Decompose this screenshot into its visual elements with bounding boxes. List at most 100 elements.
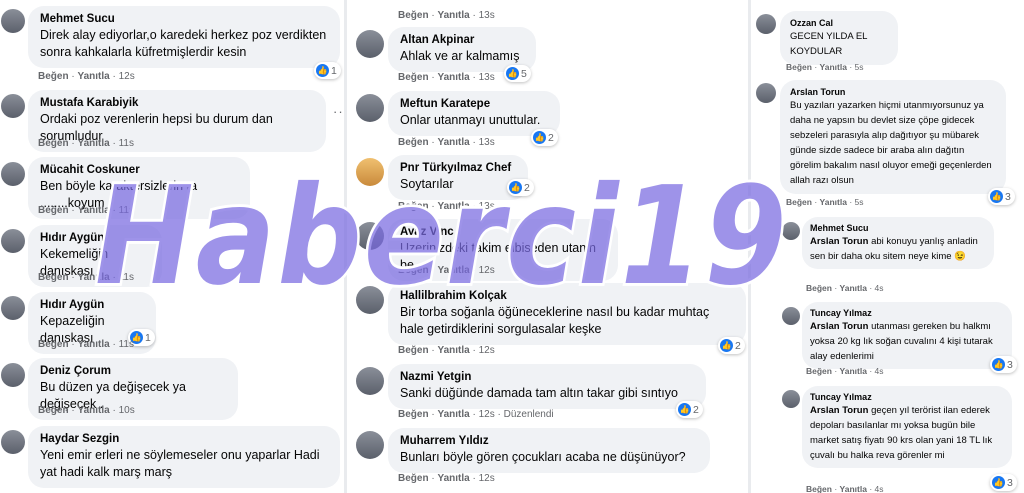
timestamp[interactable]: 13s [479, 10, 495, 21]
reply-link[interactable]: Yanıtla [437, 10, 469, 21]
avatar[interactable] [1, 162, 25, 186]
reply-link[interactable]: Yanıtla [820, 197, 847, 207]
reaction-count[interactable]: 👍 2 [718, 337, 745, 354]
avatar[interactable] [756, 83, 776, 103]
reply-link[interactable]: Yanıtla [77, 405, 109, 416]
commenter-name[interactable]: Altan Akpinar [400, 33, 524, 48]
commenter-name[interactable]: Mücahit Coskuner [40, 163, 238, 178]
like-link[interactable]: Beğen [398, 10, 429, 21]
commenter-name[interactable]: Tuncay Yılmaz [810, 391, 1004, 403]
reply-link[interactable]: Yanıtla [77, 71, 109, 82]
reply-link[interactable]: Yanıtla [840, 366, 867, 376]
like-link[interactable]: Beğen [398, 201, 429, 212]
avatar[interactable] [356, 158, 384, 186]
timestamp[interactable]: 11s [119, 205, 134, 216]
reaction-count[interactable]: 👍 5 [504, 65, 531, 82]
timestamp[interactable]: 4s [875, 484, 884, 493]
timestamp[interactable]: 4s [875, 366, 884, 376]
timestamp[interactable]: 5s [855, 197, 864, 207]
reply-link[interactable]: Yanıtla [437, 137, 469, 148]
mention-link[interactable]: Arslan Torun [810, 236, 868, 247]
avatar[interactable] [1, 430, 25, 454]
like-link[interactable]: Beğen [38, 138, 69, 149]
reply-link[interactable]: Yanıtla [437, 345, 469, 356]
like-link[interactable]: Beğen [806, 283, 832, 293]
commenter-name[interactable]: Pnr Türkyılmaz Chef [400, 161, 516, 176]
commenter-name[interactable]: Ayaz Vinc [400, 225, 606, 240]
reply-link[interactable]: Yanıtla [437, 409, 469, 420]
timestamp[interactable]: 12s [479, 265, 495, 276]
commenter-name[interactable]: Mustafa Karabiyik [40, 96, 314, 111]
reply-link[interactable]: Yanıtla [437, 201, 469, 212]
avatar[interactable] [356, 286, 384, 314]
reply-link[interactable]: Yanıtla [820, 62, 847, 72]
timestamp[interactable]: 11s [119, 138, 134, 149]
commenter-name[interactable]: Nazmi Yetgin [400, 370, 694, 385]
avatar[interactable] [782, 307, 800, 325]
timestamp[interactable]: 11s [119, 339, 134, 350]
commenter-name[interactable]: Deniz Çorum [40, 364, 226, 379]
timestamp[interactable]: 10s [119, 405, 135, 416]
timestamp[interactable]: 11s [119, 272, 134, 283]
mention-link[interactable]: Arslan Torun [810, 321, 868, 332]
mention-link[interactable]: Arslan Torun [810, 405, 868, 416]
commenter-name[interactable]: Muharrem Yıldız [400, 434, 698, 449]
reply-link[interactable]: Yanıtla [77, 339, 109, 350]
commenter-name[interactable]: Hıdır Aygün [40, 298, 144, 313]
like-link[interactable]: Beğen [806, 366, 832, 376]
timestamp[interactable]: 13s [479, 72, 495, 83]
like-link[interactable]: Beğen [786, 62, 812, 72]
reply-link[interactable]: Yanıtla [77, 205, 109, 216]
reply-link[interactable]: Yanıtla [77, 138, 109, 149]
reply-link[interactable]: Yanıtla [437, 265, 469, 276]
timestamp[interactable]: 5s [855, 62, 864, 72]
timestamp[interactable]: 12s [479, 473, 495, 484]
reaction-count[interactable]: 👍 1 [314, 62, 341, 79]
like-link[interactable]: Beğen [398, 473, 429, 484]
timestamp[interactable]: 12s [479, 345, 495, 356]
avatar[interactable] [1, 229, 25, 253]
like-link[interactable]: Beğen [398, 345, 429, 356]
reply-link[interactable]: Yanıtla [840, 484, 867, 493]
reaction-count[interactable]: 👍 2 [531, 129, 558, 146]
commenter-name[interactable]: Tuncay Yılmaz [810, 307, 1004, 319]
avatar[interactable] [782, 390, 800, 408]
timestamp[interactable]: 4s [875, 283, 884, 293]
like-link[interactable]: Beğen [398, 72, 429, 83]
reply-link[interactable]: Yanıtla [840, 283, 867, 293]
like-link[interactable]: Beğen [786, 197, 812, 207]
reply-link[interactable]: Yanıtla [437, 473, 469, 484]
timestamp[interactable]: 13s [479, 201, 495, 212]
reaction-count[interactable]: 👍 3 [990, 474, 1017, 491]
avatar[interactable] [356, 367, 384, 395]
like-link[interactable]: Beğen [38, 71, 69, 82]
avatar[interactable] [1, 9, 25, 33]
reply-link[interactable]: Yanıtla [437, 72, 469, 83]
like-link[interactable]: Beğen [38, 205, 69, 216]
commenter-name[interactable]: Mehmet Sucu [40, 12, 328, 27]
like-link[interactable]: Beğen [38, 339, 69, 350]
like-link[interactable]: Beğen [38, 272, 69, 283]
timestamp[interactable]: 12s [479, 409, 495, 420]
like-link[interactable]: Beğen [398, 265, 429, 276]
reply-link[interactable]: Yanıtla [77, 272, 109, 283]
edited-label[interactable]: Düzenlendi [504, 409, 554, 420]
reaction-count[interactable]: 👍 2 [507, 179, 534, 196]
commenter-name[interactable]: Haydar Sezgin [40, 432, 328, 447]
reaction-count[interactable]: 👍 3 [988, 188, 1015, 205]
commenter-name[interactable]: Arslan Torun [790, 86, 996, 98]
like-link[interactable]: Beğen [38, 405, 69, 416]
avatar[interactable] [1, 296, 25, 320]
like-link[interactable]: Beğen [398, 409, 429, 420]
avatar[interactable] [356, 431, 384, 459]
avatar[interactable] [356, 222, 384, 250]
avatar[interactable] [356, 94, 384, 122]
avatar[interactable] [782, 222, 800, 240]
commenter-name[interactable]: Ozzan Cal [790, 17, 888, 29]
reaction-count[interactable]: 👍 2 [676, 401, 703, 418]
like-link[interactable]: Beğen [398, 137, 429, 148]
like-link[interactable]: Beğen [806, 484, 832, 493]
commenter-name[interactable]: Mehmet Sucu [810, 222, 986, 234]
commenter-name[interactable]: Hıdır Aygün [40, 231, 150, 246]
avatar[interactable] [1, 94, 25, 118]
